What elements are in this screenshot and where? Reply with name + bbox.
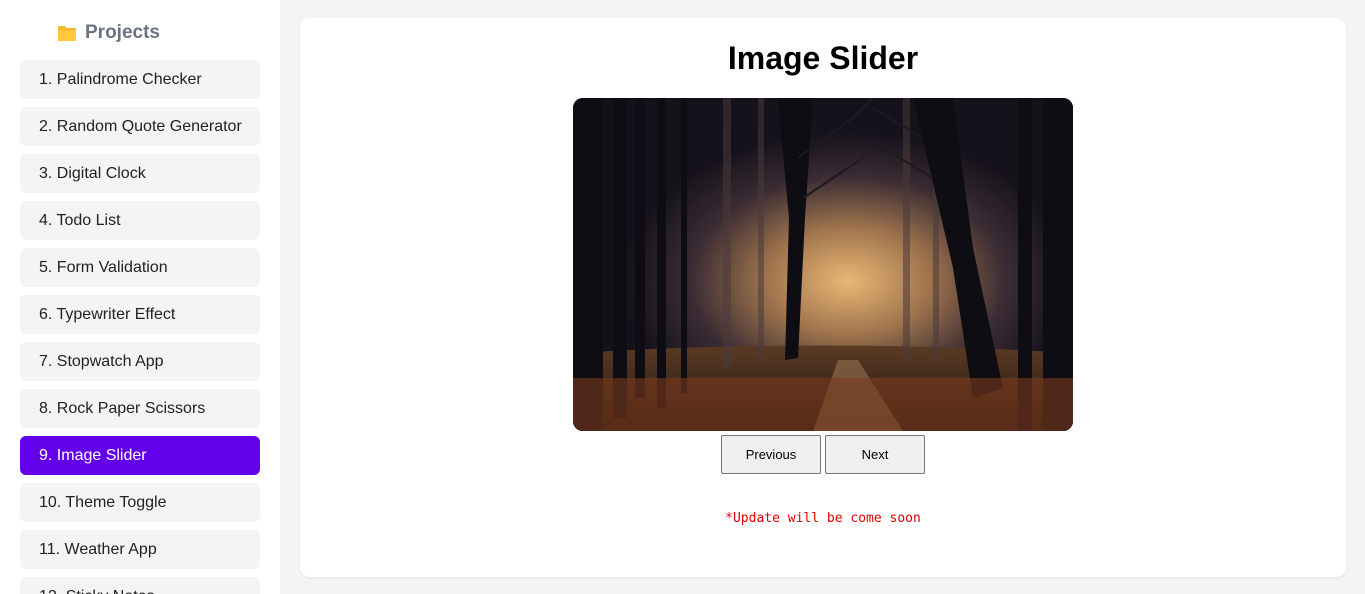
main-content: Image Slider Previous Next *Update will … bbox=[280, 0, 1365, 594]
folder-icon bbox=[57, 25, 77, 42]
sidebar-item-form-validation[interactable]: 5. Form Validation bbox=[20, 248, 260, 287]
slider-image bbox=[573, 98, 1073, 431]
sidebar-item-weather-app[interactable]: 11. Weather App bbox=[20, 530, 260, 569]
next-button[interactable]: Next bbox=[825, 435, 925, 474]
sidebar-item-digital-clock[interactable]: 3. Digital Clock bbox=[20, 154, 260, 193]
sidebar-item-rock-paper-scissors[interactable]: 8. Rock Paper Scissors bbox=[20, 389, 260, 428]
slider-controls: Previous Next bbox=[721, 435, 925, 474]
update-notice: *Update will be come soon bbox=[725, 511, 921, 526]
sidebar-item-todo-list[interactable]: 4. Todo List bbox=[20, 201, 260, 240]
page-title: Image Slider bbox=[727, 40, 919, 76]
sidebar-item-palindrome-checker[interactable]: 1. Palindrome Checker bbox=[20, 60, 260, 99]
sidebar-item-image-slider[interactable]: 9. Image Slider bbox=[20, 436, 260, 475]
project-list: 1. Palindrome Checker 2. Random Quote Ge… bbox=[20, 60, 260, 594]
sidebar-header: Projects bbox=[20, 0, 260, 66]
slider-card: Image Slider Previous Next *Update will … bbox=[300, 18, 1346, 577]
sidebar-item-sticky-notes[interactable]: 12. Sticky Notes bbox=[20, 577, 260, 594]
sidebar-item-stopwatch-app[interactable]: 7. Stopwatch App bbox=[20, 342, 260, 381]
previous-button[interactable]: Previous bbox=[721, 435, 821, 474]
sidebar-item-theme-toggle[interactable]: 10. Theme Toggle bbox=[20, 483, 260, 522]
sidebar-item-typewriter-effect[interactable]: 6. Typewriter Effect bbox=[20, 295, 260, 334]
sidebar: Projects 1. Palindrome Checker 2. Random… bbox=[0, 0, 280, 594]
sidebar-title: Projects bbox=[85, 22, 160, 43]
sidebar-item-random-quote-generator[interactable]: 2. Random Quote Generator bbox=[20, 107, 260, 146]
